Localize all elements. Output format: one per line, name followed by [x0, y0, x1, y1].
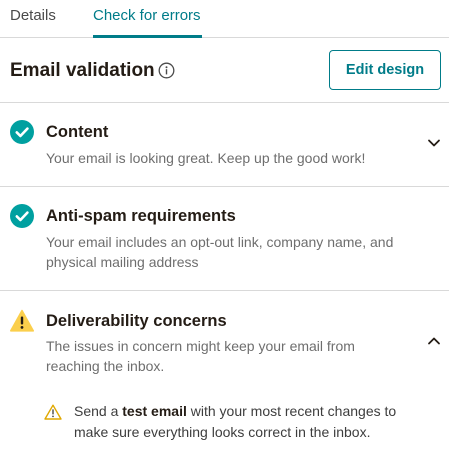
- chevron-up-icon[interactable]: [426, 333, 442, 349]
- deliverability-section: Deliverability concerns The issues in co…: [0, 291, 449, 449]
- content-section: Content Your email is looking great. Kee…: [0, 103, 449, 187]
- page-title: Email validation: [10, 60, 155, 81]
- warning-icon: [10, 309, 34, 332]
- section-title: Anti-spam requirements: [46, 207, 236, 225]
- validation-header: Email validation Edit design: [0, 38, 449, 103]
- anti-spam-section: Anti-spam requirements Your email includ…: [0, 187, 449, 291]
- concern-text: Send a test email with your most recent …: [74, 401, 424, 443]
- concern-text-prefix: Send a: [74, 403, 123, 419]
- section-description: Your email is looking great. Keep up the…: [46, 150, 366, 166]
- tab-check-for-errors[interactable]: Check for errors: [93, 7, 201, 24]
- tab-bar: Details Check for errors: [0, 0, 449, 38]
- chevron-down-icon[interactable]: [426, 135, 442, 151]
- check-circle-icon: [10, 204, 34, 228]
- check-circle-icon: [10, 120, 34, 144]
- edit-design-button[interactable]: Edit design: [329, 50, 441, 90]
- section-description: Your email includes an opt-out link, com…: [46, 234, 394, 270]
- tab-details[interactable]: Details: [10, 7, 56, 24]
- section-title: Deliverability concerns: [46, 312, 227, 330]
- section-title: Content: [46, 123, 109, 141]
- warning-outline-icon: [44, 404, 62, 420]
- info-icon[interactable]: [158, 62, 175, 79]
- section-description: The issues in concern might keep your em…: [46, 338, 355, 374]
- test-email-link: test email: [122, 403, 187, 419]
